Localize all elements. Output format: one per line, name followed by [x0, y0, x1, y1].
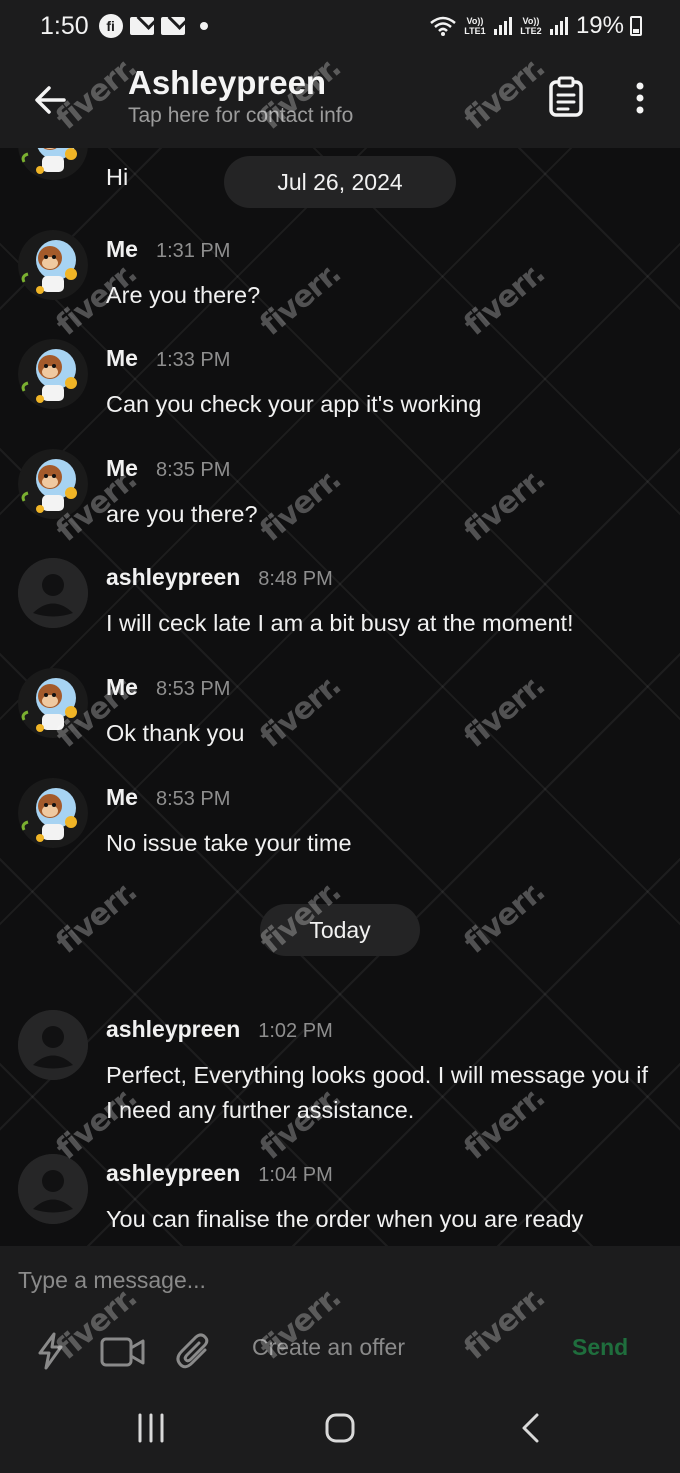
- monkey-astronaut-avatar: [18, 148, 88, 180]
- message-item: Me 1:31 PM Are you there?: [18, 230, 668, 330]
- message-time: 1:04 PM: [258, 1164, 333, 1186]
- message-item: ashleypreen 1:04 PM You can finalise the…: [18, 1154, 668, 1246]
- mail-icon: [160, 17, 185, 35]
- message-header: ashleypreen 8:48 PM: [106, 564, 333, 591]
- sender-name: Me: [106, 236, 138, 262]
- date-separator: Today: [260, 904, 420, 956]
- monkey-astronaut-avatar: [18, 339, 88, 409]
- message-item: ashleypreen 1:02 PM Perfect, Everything …: [18, 1010, 668, 1140]
- message-text: No issue take your time: [106, 830, 352, 856]
- message-time: 1:33 PM: [155, 349, 231, 371]
- more-vert-icon[interactable]: [628, 80, 652, 116]
- status-right: Vo)) LTE1 Vo)) LTE2 19%: [430, 12, 642, 40]
- attachment-icon[interactable]: [176, 1332, 212, 1372]
- status-time: 1:50: [40, 11, 89, 40]
- message-header: Me 1:33 PM: [106, 345, 230, 372]
- home-icon[interactable]: [324, 1412, 356, 1444]
- message-time: 1:02 PM: [258, 1020, 333, 1042]
- sim1-label: Vo)) LTE1: [464, 16, 486, 36]
- message-time: 1:31 PM: [155, 240, 231, 262]
- message-composer: Create an offer Send: [0, 1246, 680, 1384]
- dot-icon: [199, 22, 208, 30]
- fiverr-app-icon: fi: [98, 14, 123, 38]
- message-text: are you there?: [106, 501, 258, 527]
- message-header: Me 1:31 PM: [106, 236, 230, 263]
- sim2-label: Vo)) LTE2: [520, 16, 542, 36]
- sender-name: Me: [106, 784, 138, 810]
- monkey-astronaut-avatar: [18, 668, 88, 738]
- monkey-astronaut-avatar: [18, 778, 88, 848]
- sender-name: ashleypreen: [106, 1016, 241, 1042]
- back-nav-icon[interactable]: [518, 1412, 542, 1444]
- message-item: ashleypreen 8:48 PM I will ceck late I a…: [18, 558, 668, 658]
- message-text: Can you check your app it's working: [106, 391, 482, 417]
- default-user-avatar: [18, 1010, 88, 1080]
- message-time: 8:35 PM: [155, 459, 231, 481]
- notification-icons: fi: [98, 14, 208, 38]
- message-header: ashleypreen 1:04 PM: [106, 1160, 333, 1187]
- message-item: Me 1:33 PM Can you check your app it's w…: [18, 339, 668, 439]
- battery-percent: 19%: [575, 12, 624, 39]
- message-text: Are you there?: [106, 282, 261, 308]
- sender-name: ashleypreen: [106, 564, 241, 590]
- message-time: 8:48 PM: [258, 568, 333, 590]
- mail-icon: [129, 17, 154, 35]
- message-item: Me 8:35 PM are you there?: [18, 449, 668, 549]
- message-header: Me 8:53 PM: [106, 784, 230, 811]
- clipboard-icon[interactable]: [548, 76, 584, 118]
- sender-name: Me: [106, 674, 138, 700]
- back-arrow-icon[interactable]: [30, 80, 70, 120]
- date-separator: Jul 26, 2024: [224, 156, 456, 208]
- signal-icon: [493, 17, 512, 35]
- quick-response-icon[interactable]: [34, 1332, 66, 1370]
- create-offer-button[interactable]: Create an offer: [252, 1334, 405, 1361]
- message-list[interactable]: Hi Jul 26, 2024 Me 1:31 PM Are you there…: [0, 148, 680, 1246]
- video-call-icon[interactable]: [100, 1336, 146, 1368]
- message-header: ashleypreen 1:02 PM: [106, 1016, 333, 1043]
- message-input[interactable]: [18, 1262, 658, 1298]
- wifi-icon: [430, 16, 456, 36]
- signal-icon: [549, 17, 568, 35]
- message-text: Perfect, Everything looks good. I will m…: [106, 1062, 649, 1123]
- contact-name[interactable]: Ashleypreen: [128, 64, 326, 102]
- status-bar: 1:50 fi Vo)) LTE1 Vo)) LTE2 19%: [0, 0, 680, 52]
- message-header: Me 8:53 PM: [106, 674, 230, 701]
- sender-name: ashleypreen: [106, 1160, 241, 1186]
- message-text: You can finalise the order when you are …: [106, 1206, 584, 1232]
- message-time: 8:53 PM: [155, 678, 231, 700]
- contact-info-link[interactable]: Tap here for contact info: [128, 104, 353, 128]
- chat-header: Ashleypreen Tap here for contact info: [0, 52, 680, 148]
- sender-name: Me: [106, 455, 138, 481]
- message-header: Me 8:35 PM: [106, 455, 230, 482]
- message-text: I will ceck late I am a bit busy at the …: [106, 610, 574, 636]
- monkey-astronaut-avatar: [18, 230, 88, 300]
- system-nav-bar: [0, 1384, 680, 1473]
- message-item: Me 8:53 PM Ok thank you: [18, 668, 668, 768]
- message-item: Me 8:53 PM No issue take your time: [18, 778, 668, 878]
- monkey-astronaut-avatar: [18, 449, 88, 519]
- sender-name: Me: [106, 345, 138, 371]
- battery-icon: [630, 16, 642, 36]
- send-button[interactable]: Send: [572, 1334, 628, 1361]
- recent-apps-icon[interactable]: [136, 1412, 166, 1444]
- message-text: Ok thank you: [106, 720, 245, 746]
- default-user-avatar: [18, 1154, 88, 1224]
- message-time: 8:53 PM: [155, 788, 231, 810]
- default-user-avatar: [18, 558, 88, 628]
